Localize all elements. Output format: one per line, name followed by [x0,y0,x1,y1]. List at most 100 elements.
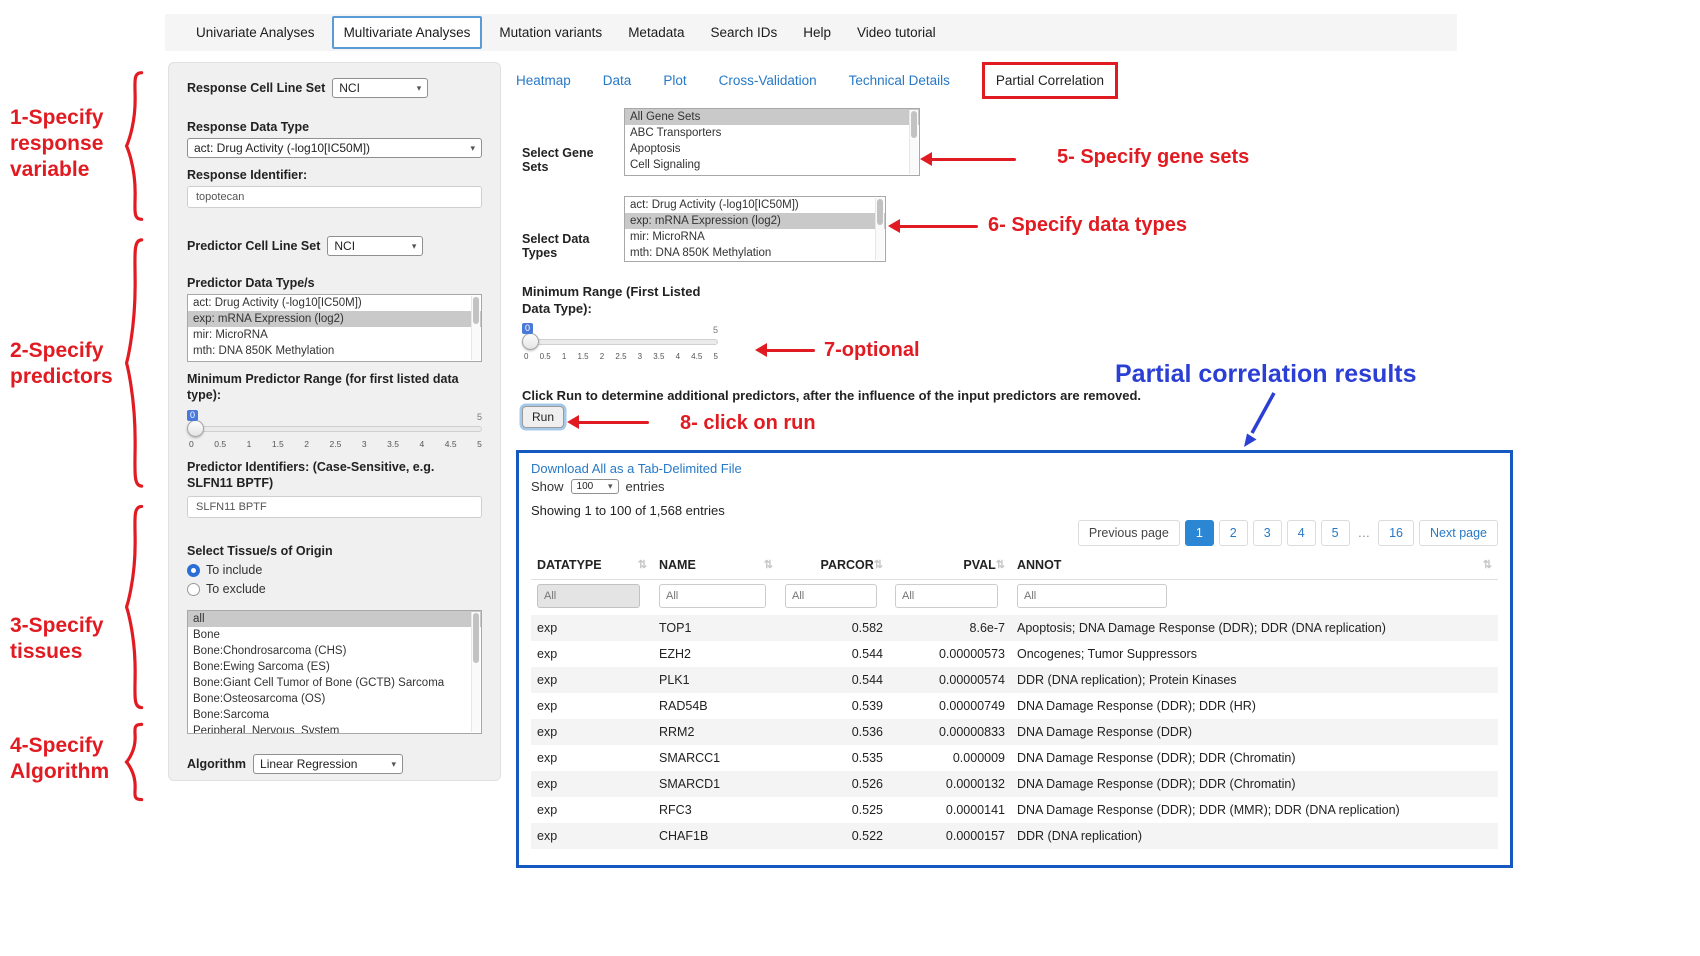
pagination-page-button[interactable]: 4 [1287,520,1316,546]
tissue-listbox[interactable]: all Bone Bone:Chondrosarcoma (CHS) Bone:… [187,610,482,734]
listbox-option[interactable]: mir: MicroRNA [625,229,885,245]
column-header-pval[interactable]: ⇅PVAL [889,552,1011,580]
predictor-data-types-listbox[interactable]: act: Drug Activity (-log10[IC50M]) exp: … [187,294,482,362]
column-header-annot[interactable]: ⇅ANNOT [1011,552,1498,580]
response-cell-line-set-select[interactable]: NCI ▾ [332,78,428,98]
scrollbar-thumb[interactable] [473,613,479,663]
nav-tab-mutation-variants[interactable]: Mutation variants [486,25,615,40]
tab-cross-validation[interactable]: Cross-Validation [719,73,817,88]
filter-input-datatype[interactable] [537,584,640,608]
listbox-option[interactable]: act: Drug Activity (-log10[IC50M]) [625,197,885,213]
tab-partial-correlation[interactable]: Partial Correlation [982,62,1118,99]
slider-track[interactable] [522,339,718,345]
table-row[interactable]: expCHAF1B0.5220.0000157DDR (DNA replicat… [531,823,1498,849]
table-row[interactable]: expSMARCC10.5350.000009DNA Damage Respon… [531,745,1498,771]
slider-track[interactable] [187,426,482,432]
tab-plot[interactable]: Plot [663,73,686,88]
tissue-exclude-radio[interactable]: To exclude [187,582,482,596]
cell-annot: Oncogenes; Tumor Suppressors [1011,641,1498,667]
listbox-option[interactable]: ABC Transporters [625,125,919,141]
gene-sets-listbox[interactable]: All Gene Sets ABC Transporters Apoptosis… [624,108,920,176]
run-button[interactable]: Run [522,406,564,428]
pagination-next-button[interactable]: Next page [1419,520,1498,546]
pagination-page-button[interactable]: 5 [1321,520,1350,546]
column-header-datatype[interactable]: ⇅DATATYPE [531,552,653,580]
listbox-option[interactable]: mth: DNA 850K Methylation [625,245,885,261]
analysis-tabs: Heatmap Data Plot Cross-Validation Techn… [516,62,1118,99]
annotation-step4: 4-Specify Algorithm [10,733,125,785]
predictor-cell-line-set-select[interactable]: NCI ▾ [327,236,423,256]
cell-pval: 0.00000833 [889,719,1011,745]
pagination-page-button[interactable]: 3 [1253,520,1282,546]
tab-heatmap[interactable]: Heatmap [516,73,571,88]
response-identifier-input[interactable] [187,186,482,208]
tab-technical-details[interactable]: Technical Details [849,73,950,88]
listbox-option[interactable]: exp: mRNA Expression (log2) [625,213,885,229]
listbox-option[interactable]: Bone:Osteosarcoma (OS) [188,691,481,707]
listbox-option[interactable]: Bone:Ewing Sarcoma (ES) [188,659,481,675]
table-row[interactable]: expTOP10.5828.6e-7Apoptosis; DNA Damage … [531,615,1498,641]
cell-parcor: 0.536 [779,719,889,745]
pagination-page-button[interactable]: 2 [1219,520,1248,546]
listbox-option[interactable]: Bone:Giant Cell Tumor of Bone (GCTB) Sar… [188,675,481,691]
tissue-include-label: To include [206,563,262,577]
nav-tab-search-ids[interactable]: Search IDs [697,25,790,40]
filter-input-pval[interactable] [895,584,998,608]
pagination-page-button[interactable]: 16 [1378,520,1414,546]
listbox-option[interactable]: act: Drug Activity (-log10[IC50M]) [188,295,481,311]
slider-thumb[interactable] [522,333,539,350]
predictor-identifiers-input[interactable] [187,496,482,518]
listbox-option[interactable]: mth: DNA 850K Methylation [188,343,481,359]
page-size-select[interactable]: 100 ▾ [571,479,619,494]
response-data-type-select[interactable]: act: Drug Activity (-log10[IC50M]) ▾ [187,138,482,158]
pagination-page-button[interactable]: 1 [1185,520,1214,546]
cell-pval: 0.0000141 [889,797,1011,823]
nav-tab-video-tutorial[interactable]: Video tutorial [844,25,949,40]
pagination-prev-button[interactable]: Previous page [1078,520,1180,546]
listbox-option[interactable]: Bone [188,627,481,643]
listbox-option[interactable]: exp: mRNA Expression (log2) [188,311,481,327]
table-row[interactable]: expRAD54B0.5390.00000749DNA Damage Respo… [531,693,1498,719]
scrollbar-thumb[interactable] [877,199,883,225]
listbox-option[interactable]: Cell Signaling [625,157,919,173]
listbox-option[interactable]: Apoptosis [625,141,919,157]
listbox-option[interactable]: Bone:Sarcoma [188,707,481,723]
partial-correlation-results-panel: Download All as a Tab-Delimited File Sho… [516,450,1513,868]
filter-input-parcor[interactable] [785,584,877,608]
tissue-include-radio[interactable]: To include [187,563,482,577]
data-types-listbox[interactable]: act: Drug Activity (-log10[IC50M]) exp: … [624,196,886,262]
scrollbar-thumb[interactable] [473,297,479,324]
show-entries-row: Show 100 ▾ entries [531,479,1498,494]
slider-value-badge: 0 [187,410,198,421]
table-row[interactable]: expPLK10.5440.00000574DDR (DNA replicati… [531,667,1498,693]
scrollbar[interactable] [471,612,480,732]
table-row[interactable]: expRFC30.5250.0000141DNA Damage Response… [531,797,1498,823]
listbox-option[interactable]: Bone:Chondrosarcoma (CHS) [188,643,481,659]
scrollbar[interactable] [909,110,918,174]
listbox-option[interactable]: all [188,611,481,627]
cell-name: RAD54B [653,693,779,719]
cell-datatype: exp [531,641,653,667]
nav-tab-univariate-analyses[interactable]: Univariate Analyses [183,25,328,40]
filter-input-name[interactable] [659,584,766,608]
download-link[interactable]: Download All as a Tab-Delimited File [531,461,742,476]
listbox-option[interactable]: All Gene Sets [625,109,919,125]
table-row[interactable]: expEZH20.5440.00000573Oncogenes; Tumor S… [531,641,1498,667]
scrollbar[interactable] [875,198,884,260]
table-row[interactable]: expRRM20.5360.00000833DNA Damage Respons… [531,719,1498,745]
nav-tab-metadata[interactable]: Metadata [615,25,697,40]
column-header-parcor[interactable]: ⇅PARCOR [779,552,889,580]
listbox-option[interactable]: mir: MicroRNA [188,327,481,343]
scrollbar-thumb[interactable] [911,111,917,138]
tab-data[interactable]: Data [603,73,632,88]
column-header-name[interactable]: ⇅NAME [653,552,779,580]
nav-tab-help[interactable]: Help [790,25,844,40]
scrollbar[interactable] [471,296,480,360]
slider-thumb[interactable] [187,420,204,437]
min-predictor-range-slider: 0 5 00.511.522.533.544.55 [187,409,482,451]
listbox-option[interactable]: Peripheral_Nervous_System [188,723,481,734]
filter-input-annot[interactable] [1017,584,1167,608]
nav-tab-multivariate-analyses[interactable]: Multivariate Analyses [332,16,483,49]
table-row[interactable]: expSMARCD10.5260.0000132DNA Damage Respo… [531,771,1498,797]
algorithm-select[interactable]: Linear Regression ▾ [253,754,403,774]
